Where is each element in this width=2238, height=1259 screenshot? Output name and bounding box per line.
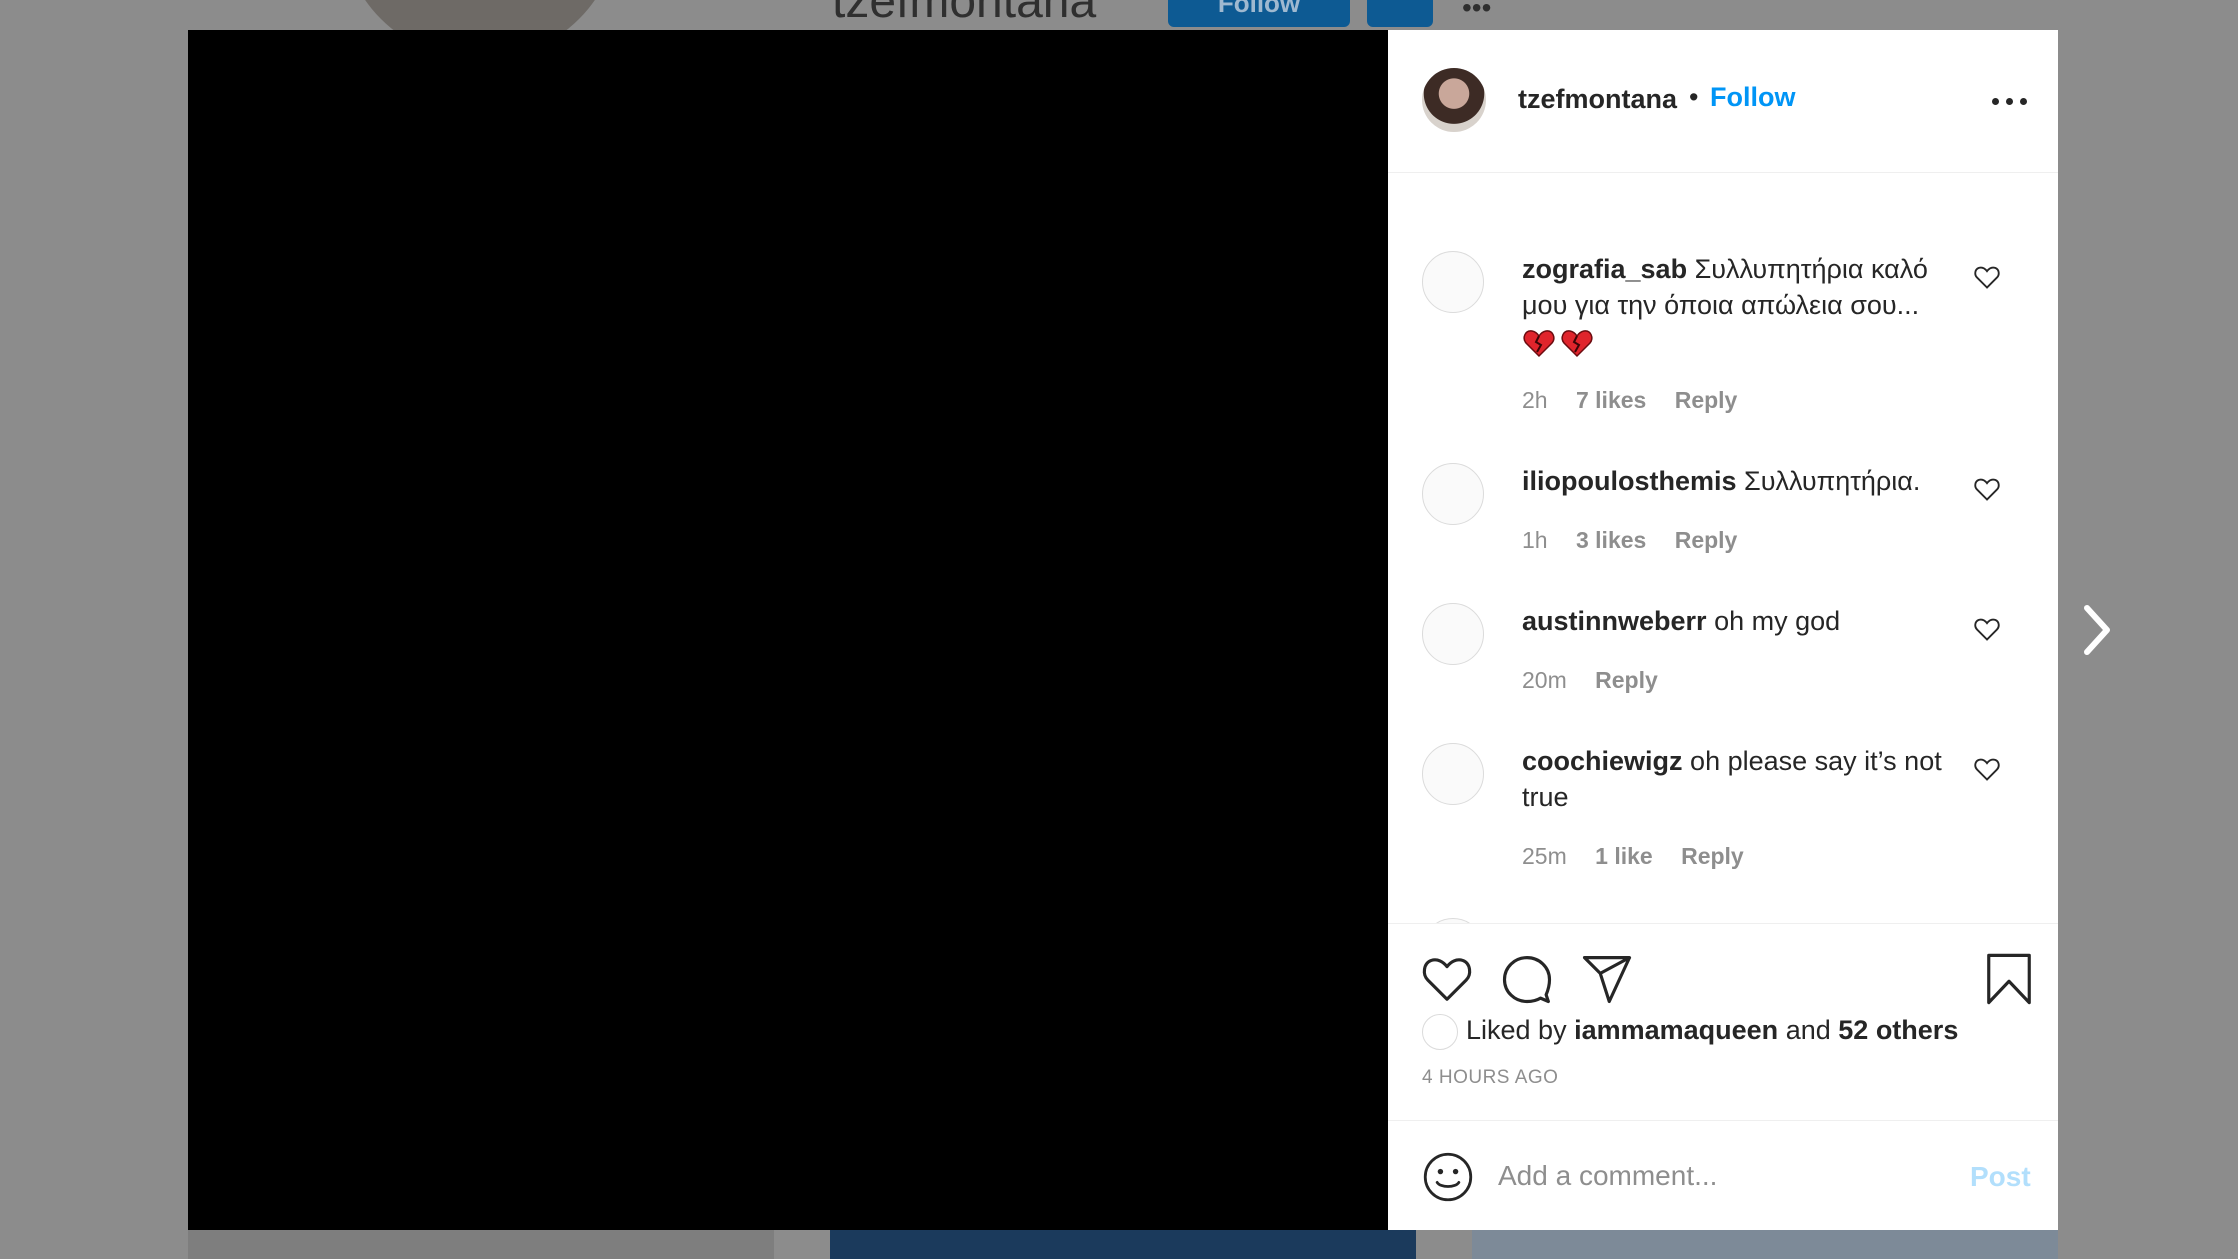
- background-thumbnail: [830, 1229, 1416, 1259]
- comment-meta: 2h 7 likes Reply: [1522, 387, 1759, 414]
- background-more-icon: •••: [1462, 0, 1492, 23]
- commenter-avatar[interactable]: [1422, 603, 1484, 665]
- liked-by-and: and: [1785, 1015, 1831, 1046]
- background-follow-button: Follow: [1168, 0, 1350, 27]
- comment-likes[interactable]: 3 likes: [1576, 527, 1646, 553]
- heart-icon[interactable]: [1420, 952, 1474, 1006]
- add-comment-bar: Post: [1388, 1120, 2058, 1231]
- commenter-avatar[interactable]: [1422, 743, 1484, 805]
- smile-icon[interactable]: [1422, 1151, 1474, 1203]
- like-comment-icon[interactable]: [1972, 615, 2002, 643]
- author-username[interactable]: tzefmontana: [1518, 84, 1677, 115]
- commenter-avatar[interactable]: [1422, 463, 1484, 525]
- reply-button[interactable]: Reply: [1675, 527, 1738, 553]
- reply-button[interactable]: Reply: [1675, 387, 1738, 413]
- background-suggest-button: [1367, 0, 1433, 27]
- comment-likes[interactable]: 7 likes: [1576, 387, 1646, 413]
- comment-text: oh my god: [1714, 606, 1841, 636]
- comment-input[interactable]: [1498, 1151, 1938, 1201]
- liked-by-others[interactable]: 52 others: [1838, 1015, 1958, 1045]
- follow-link[interactable]: Follow: [1710, 82, 1795, 113]
- reply-button[interactable]: Reply: [1681, 843, 1744, 869]
- broken-heart-icon: [1560, 326, 1598, 357]
- comment-meta: 20m Reply: [1522, 667, 1680, 694]
- post-header: tzefmontana • Follow: [1388, 30, 2058, 173]
- reply-button[interactable]: Reply: [1595, 667, 1658, 693]
- separator-dot: •: [1689, 82, 1699, 112]
- comment-body: zografia_sab Συλλυπητήρια καλό μου για τ…: [1522, 251, 1962, 359]
- likes-summary: Liked by iammamaqueen and 52 others: [1422, 1014, 1958, 1050]
- comment-body: austinnweberr oh my god: [1522, 603, 1962, 639]
- commenter-username[interactable]: zografia_sab: [1522, 254, 1687, 284]
- bookmark-icon[interactable]: [1982, 952, 2036, 1006]
- chevron-right-icon[interactable]: [2082, 604, 2112, 656]
- comments-list[interactable]: zografia_sab Συλλυπητήρια καλό μου για τ…: [1388, 173, 2058, 923]
- background-thumbnail: [1472, 1229, 2058, 1259]
- comment-meta: 25m 1 like Reply: [1522, 843, 1766, 870]
- commenter-username[interactable]: coochiewigz: [1522, 746, 1683, 776]
- post-media[interactable]: [188, 30, 1388, 1230]
- comment-body: coochiewigz oh please say it’s not true: [1522, 743, 1962, 815]
- broken-heart-icon: [1522, 326, 1560, 357]
- commenter-username[interactable]: iliopoulosthemis: [1522, 466, 1737, 496]
- comment-meta: 1h 3 likes Reply: [1522, 527, 1759, 554]
- commenter-avatar[interactable]: [1422, 251, 1484, 313]
- author-avatar[interactable]: [1422, 68, 1486, 132]
- like-comment-icon[interactable]: [1972, 263, 2002, 291]
- like-comment-icon[interactable]: [1972, 475, 2002, 503]
- comment-age: 25m: [1522, 843, 1567, 869]
- comment-age: 1h: [1522, 527, 1548, 553]
- share-icon[interactable]: [1580, 952, 1634, 1006]
- comment-body: iliopoulosthemis Συλλυπητήρια.: [1522, 463, 1962, 499]
- comment-likes[interactable]: 1 like: [1595, 843, 1653, 869]
- post-actions: Liked by iammamaqueen and 52 others 4 HO…: [1388, 923, 2058, 1111]
- liked-by-user[interactable]: iammamaqueen: [1574, 1015, 1778, 1045]
- commenter-username[interactable]: austinnweberr: [1522, 606, 1707, 636]
- background-profile-username: tzefmontana: [832, 0, 1097, 28]
- comment-text: Συλλυπητήρια.: [1744, 466, 1921, 496]
- background-thumbnail: [188, 1229, 774, 1259]
- comment-age: 2h: [1522, 387, 1548, 413]
- liked-by-prefix: Liked by: [1466, 1015, 1567, 1046]
- more-options-icon[interactable]: [1992, 90, 2028, 112]
- comment-age: 20m: [1522, 667, 1567, 693]
- post-comment-button[interactable]: Post: [1970, 1161, 2031, 1193]
- post-panel: tzefmontana • Follow zografia_sab Συλλυπ…: [1388, 30, 2058, 1230]
- comment-icon[interactable]: [1500, 952, 1554, 1006]
- liker-avatar[interactable]: [1422, 1014, 1458, 1050]
- like-comment-icon[interactable]: [1972, 755, 2002, 783]
- post-timestamp[interactable]: 4 HOURS AGO: [1422, 1067, 1558, 1089]
